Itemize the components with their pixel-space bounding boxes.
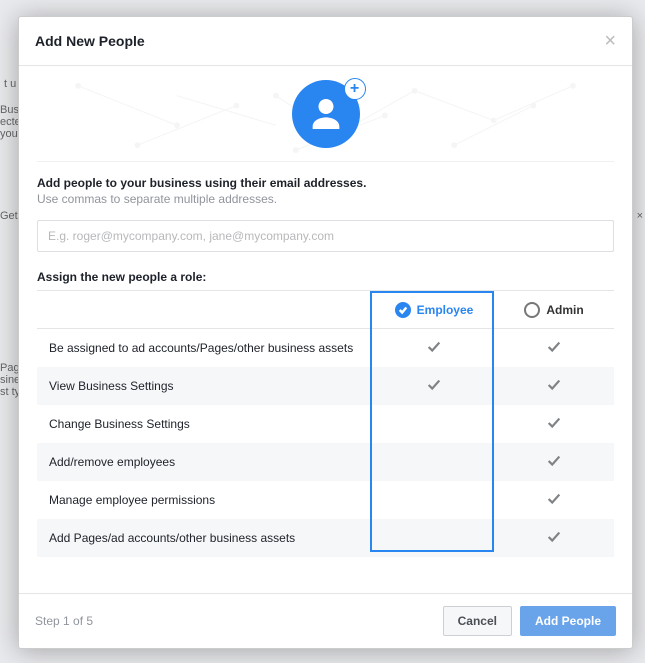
permission-label: Manage employee permissions [37, 493, 374, 507]
add-people-button[interactable]: Add People [520, 606, 616, 636]
role-option-admin[interactable]: Admin [494, 302, 614, 318]
bg-close: × [637, 210, 643, 222]
permission-label: Add Pages/ad accounts/other business ass… [37, 531, 374, 545]
check-icon [546, 377, 562, 396]
permission-employee-check [374, 339, 494, 358]
email-input[interactable] [37, 220, 614, 252]
bg-text: Get [0, 210, 18, 222]
instruction-main: Add people to your business using their … [37, 176, 614, 190]
check-icon [546, 491, 562, 510]
role-admin-label: Admin [546, 303, 583, 317]
permission-admin-check [494, 453, 614, 472]
check-icon [546, 415, 562, 434]
permission-label: Add/remove employees [37, 455, 374, 469]
modal-title: Add New People [35, 33, 145, 49]
check-icon [546, 529, 562, 548]
role-option-employee[interactable]: Employee [374, 302, 494, 318]
modal-footer: Step 1 of 5 Cancel Add People [19, 593, 632, 648]
instructions: Add people to your business using their … [37, 162, 614, 214]
modal-body: + Add people to your business using thei… [19, 66, 632, 575]
permission-row: Manage employee permissions [37, 481, 614, 519]
assign-role-label: Assign the new people a role: [37, 270, 614, 284]
role-header: Employee Admin [37, 291, 614, 329]
check-icon [546, 453, 562, 472]
check-icon [426, 377, 442, 396]
permission-admin-check [494, 415, 614, 434]
permission-row: Add Pages/ad accounts/other business ass… [37, 519, 614, 557]
permission-row: Add/remove employees [37, 443, 614, 481]
role-table: Employee Admin Be assigned to ad account… [37, 290, 614, 557]
permission-row: Change Business Settings [37, 405, 614, 443]
bg-text: t u [4, 78, 16, 90]
permission-label: View Business Settings [37, 379, 374, 393]
permission-admin-check [494, 491, 614, 510]
close-icon[interactable]: × [604, 31, 616, 51]
permission-admin-check [494, 339, 614, 358]
permission-label: Be assigned to ad accounts/Pages/other b… [37, 341, 374, 355]
permission-label: Change Business Settings [37, 417, 374, 431]
footer-buttons: Cancel Add People [443, 606, 616, 636]
instruction-sub: Use commas to separate multiple addresse… [37, 192, 614, 206]
avatar-wrap: + [292, 80, 360, 148]
step-indicator: Step 1 of 5 [35, 614, 93, 628]
plus-icon: + [344, 78, 366, 100]
permission-admin-check [494, 377, 614, 396]
check-icon [426, 339, 442, 358]
permission-employee-check [374, 377, 494, 396]
permission-row: View Business Settings [37, 367, 614, 405]
modal-header: Add New People × [19, 17, 632, 66]
add-people-modal: Add New People × [18, 16, 633, 649]
role-employee-label: Employee [417, 303, 474, 317]
hero: + [37, 66, 614, 162]
permission-admin-check [494, 529, 614, 548]
cancel-button[interactable]: Cancel [443, 606, 512, 636]
permission-row: Be assigned to ad accounts/Pages/other b… [37, 329, 614, 367]
check-icon [546, 339, 562, 358]
radio-checked-icon [395, 302, 411, 318]
radio-unchecked-icon [524, 302, 540, 318]
